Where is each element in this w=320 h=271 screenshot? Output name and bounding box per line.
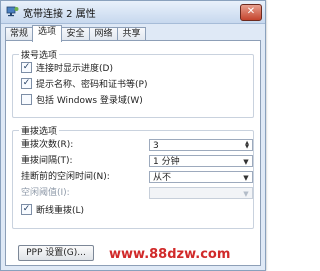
dial-options-group: 拨号选项 ✓ 连接时显示进度(D) ✓ 提示名称、密码和证书等(P) 包括 Wind… [12,48,254,118]
redial-attempts-value: 3 [153,141,159,151]
include-windows-domain-checkbox[interactable]: 包括 Windows 登录域(W) [21,94,143,107]
redial-attempts-label: 重拨次数(R): [21,140,74,150]
prompt-credentials-checkbox[interactable]: ✓ 提示名称、密码和证书等(P) [21,78,148,91]
options-panel: 拨号选项 ✓ 连接时显示进度(D) ✓ 提示名称、密码和证书等(P) 包括 Wind… [5,40,261,266]
title-bar[interactable]: 宽带连接 2 属性 ✕ [1,1,265,24]
tab-general[interactable]: 常规 [5,27,33,41]
spin-down-icon[interactable]: ▼ [242,144,252,150]
tab-sharing[interactable]: 共享 [117,27,146,41]
idle-threshold-dropdown: ▼ [149,187,253,199]
check-icon[interactable]: ✓ [21,62,32,73]
idle-threshold-label: 空闲阈值(I): [21,188,70,198]
close-icon: ✕ [246,6,256,17]
show-progress-checkbox[interactable]: ✓ 连接时显示进度(D) [21,62,113,75]
prompt-credentials-label: 提示名称、密码和证书等(P) [36,80,148,90]
redial-if-dropped-label: 断线重拨(L) [36,206,85,216]
redial-if-dropped-checkbox[interactable]: ✓ 断线重拨(L) [21,204,85,217]
show-progress-label: 连接时显示进度(D) [36,64,113,74]
redial-interval-value: 1 分钟 [153,157,180,167]
redial-attempts-spinner[interactable]: 3 ▲ ▼ [149,139,253,151]
window-title: 宽带连接 2 属性 [23,9,96,20]
redial-interval-dropdown[interactable]: 1 分钟 ▼ [149,155,253,167]
close-button[interactable]: ✕ [240,4,262,21]
network-connection-icon [6,6,19,17]
properties-dialog: 宽带连接 2 属性 ✕ 常规 选项 安全 网络 共享 拨号选项 ✓ 连接时显示进度… [0,0,266,271]
include-windows-domain-label: 包括 Windows 登录域(W) [36,96,143,106]
idle-disconnect-value: 从不 [153,173,172,183]
tab-options[interactable]: 选项 [32,25,62,42]
check-icon[interactable]: ✓ [21,204,32,215]
tab-security[interactable]: 安全 [61,27,90,41]
tab-networking[interactable]: 网络 [89,27,118,41]
redial-options-title: 重拨选项 [19,124,60,137]
watermark-text: www.88dzw.com [109,247,231,262]
unchecked-box-icon[interactable] [21,94,32,105]
redial-interval-label: 重拨间隔(T): [21,156,73,166]
dial-options-title: 拨号选项 [19,48,60,61]
check-icon[interactable]: ✓ [21,78,32,89]
ppp-settings-button[interactable]: PPP 设置(G)... [18,245,94,261]
chevron-down-icon[interactable]: ▼ [240,156,252,166]
idle-disconnect-label: 挂断前的空闲时间(N): [21,172,110,182]
redial-options-group: 重拨选项 重拨次数(R): 3 ▲ ▼ 重拨间隔(T): 1 分钟 ▼ 挂断前的… [12,124,254,229]
chevron-down-icon[interactable]: ▼ [240,172,252,182]
idle-disconnect-dropdown[interactable]: 从不 ▼ [149,171,253,183]
chevron-down-icon: ▼ [243,190,249,198]
